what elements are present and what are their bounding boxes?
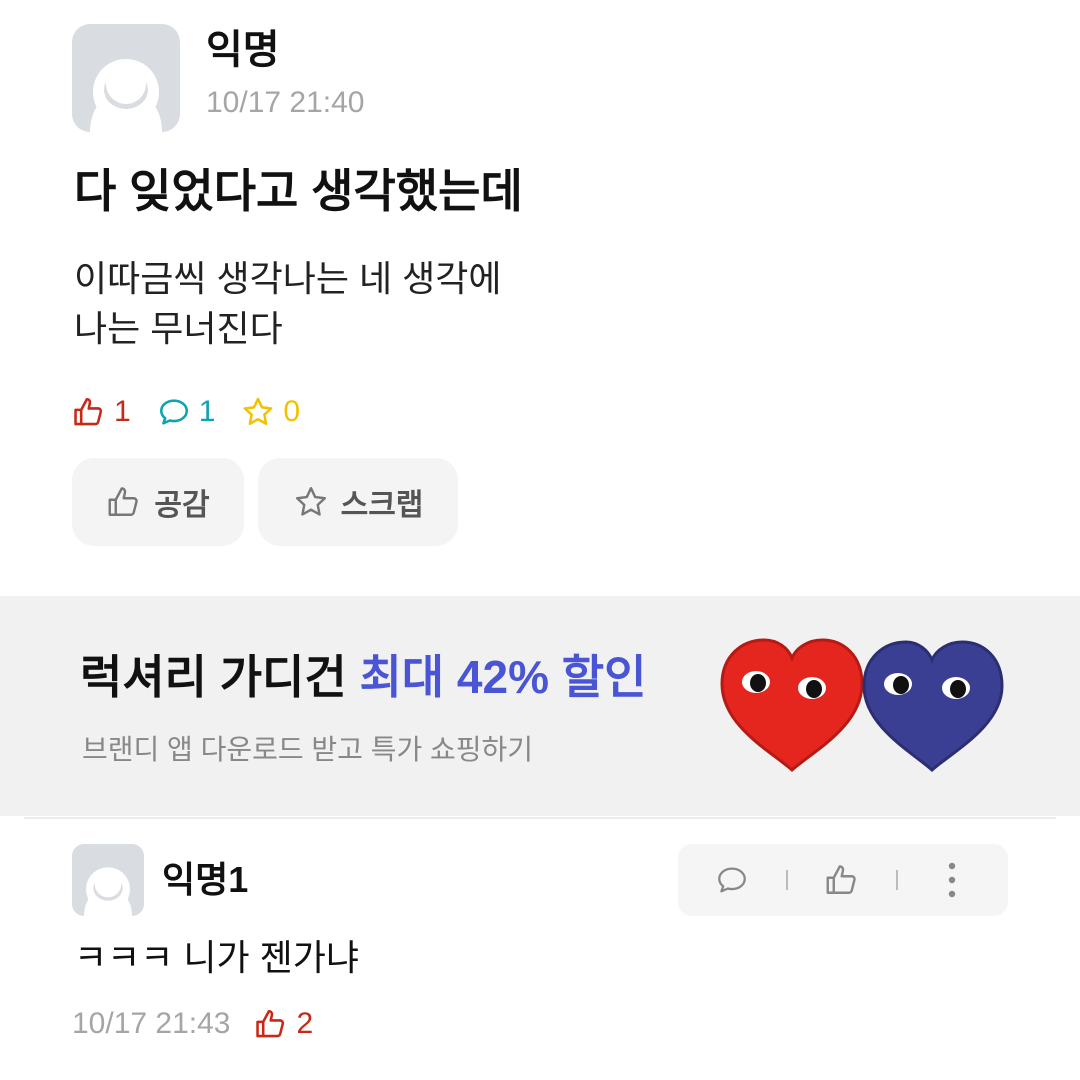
banner-title: 럭셔리 가디건 최대 42% 할인 — [80, 654, 646, 700]
like-count-value: 1 — [114, 395, 131, 428]
more-vertical-icon — [948, 862, 956, 898]
comment-timestamp: 10/17 21:43 — [72, 1007, 231, 1040]
thumbs-up-icon — [826, 865, 856, 894]
like-button[interactable]: 공감 — [72, 458, 244, 546]
thumbs-up-icon — [256, 1009, 285, 1038]
action-separator — [786, 870, 788, 890]
comment-avatar — [72, 844, 144, 916]
like-count: 1 — [72, 395, 131, 429]
more-button[interactable] — [918, 844, 986, 916]
post-stats: 1 1 0 — [72, 392, 326, 432]
post-body-line: 이따금씩 생각나는 네 생각에 — [74, 258, 502, 299]
speech-bubble-icon — [159, 399, 188, 425]
comment-like-count: 2 — [254, 1007, 313, 1041]
comment-like-value: 2 — [296, 1007, 314, 1040]
thumbs-up-icon — [108, 487, 139, 516]
star-icon — [244, 397, 273, 426]
action-separator — [896, 870, 898, 890]
star-icon — [295, 487, 326, 516]
speech-bubble-icon — [718, 867, 746, 893]
post-title: 다 잊었다고 생각했는데 — [74, 165, 523, 217]
anonymous-avatar-icon — [90, 59, 162, 132]
post-author: 익명 — [206, 28, 280, 72]
reply-button[interactable] — [698, 844, 766, 916]
thumbs-up-icon — [74, 397, 103, 426]
post-timestamp: 10/17 21:40 — [206, 86, 365, 119]
scrap-count-value: 0 — [283, 395, 301, 428]
comment-author: 익명1 — [162, 859, 249, 900]
scrap-count: 0 — [241, 395, 300, 429]
comment-count-value: 1 — [198, 395, 216, 428]
anonymous-avatar-icon — [84, 867, 132, 916]
comment-action-bar — [678, 844, 1008, 916]
comment-text: ㅋㅋㅋ 니가 젠가냐 — [74, 937, 359, 978]
like-button-label: 공감 — [154, 489, 210, 522]
comment-count: 1 — [157, 395, 216, 429]
heart-patches-image — [720, 638, 1004, 773]
banner-title-main: 럭셔리 가디건 — [80, 651, 347, 703]
banner-subtitle: 브랜디 앱 다운로드 받고 특가 쇼핑하기 — [82, 734, 534, 765]
post-body: 이따금씩 생각나는 네 생각에 나는 무너진다 — [74, 254, 501, 354]
banner-title-accent: 최대 42% 할인 — [359, 651, 647, 703]
scrap-button-label: 스크랩 — [340, 489, 424, 522]
scrap-button[interactable]: 스크랩 — [258, 458, 458, 546]
comment-like-button[interactable] — [808, 844, 876, 916]
ad-banner[interactable]: 럭셔리 가디건 최대 42% 할인 브랜디 앱 다운로드 받고 특가 쇼핑하기 — [0, 596, 1080, 816]
post-body-line: 나는 무너진다 — [74, 308, 283, 349]
section-divider — [24, 817, 1056, 819]
comment-meta: 10/17 21:43 2 — [72, 1006, 313, 1042]
post-avatar — [72, 24, 180, 132]
